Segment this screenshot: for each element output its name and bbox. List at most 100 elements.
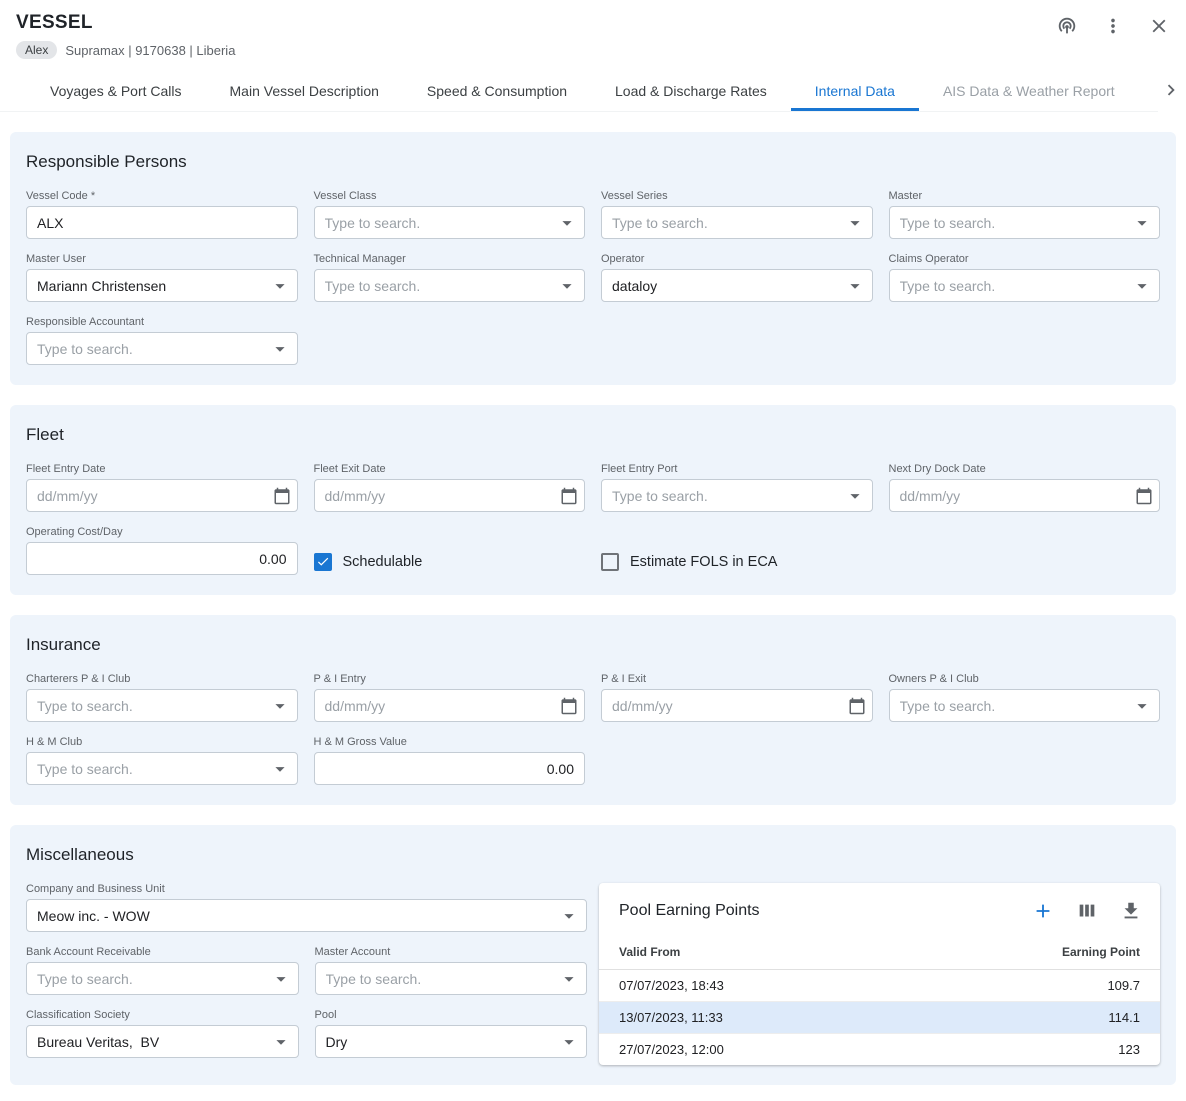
- insurance-section: Insurance Charterers P & I Club P & I En…: [10, 615, 1176, 805]
- operator-field: Operator: [601, 253, 873, 302]
- chevron-down-icon[interactable]: [556, 212, 578, 234]
- pool-earning-points-table: Valid From Earning Point 07/07/2023, 18:…: [599, 935, 1160, 1065]
- company-business-unit-select[interactable]: [26, 899, 587, 932]
- master-account-select[interactable]: [315, 962, 588, 995]
- vessel-subtitle: Supramax | 9170638 | Liberia: [65, 43, 235, 58]
- calendar-icon[interactable]: [560, 487, 578, 505]
- vessel-code-input[interactable]: [26, 206, 298, 239]
- close-button[interactable]: [1148, 15, 1170, 37]
- field-label: Classification Society: [26, 1009, 299, 1021]
- chevron-down-icon[interactable]: [1131, 275, 1153, 297]
- hm-gross-value-input[interactable]: [314, 752, 586, 785]
- technical-manager-select[interactable]: [314, 269, 586, 302]
- field-label: Bank Account Receivable: [26, 946, 299, 958]
- hm-club-field: H & M Club: [26, 736, 298, 785]
- owners-pi-club-select[interactable]: [889, 689, 1161, 722]
- field-label: Charterers P & I Club: [26, 673, 298, 685]
- charterers-pi-club-select[interactable]: [26, 689, 298, 722]
- tab-scroll-right-button[interactable]: [1158, 71, 1184, 112]
- fleet-exit-date-input[interactable]: [314, 479, 586, 512]
- download-button[interactable]: [1120, 900, 1142, 922]
- more-options-button[interactable]: [1102, 15, 1124, 37]
- tab-internal-data[interactable]: Internal Data: [791, 71, 919, 111]
- operator-select[interactable]: [601, 269, 873, 302]
- live-data-button[interactable]: [1056, 15, 1078, 37]
- calendar-icon[interactable]: [273, 487, 291, 505]
- fleet-entry-port-select[interactable]: [601, 479, 873, 512]
- vessel-class-select[interactable]: [314, 206, 586, 239]
- table-row[interactable]: 27/07/2023, 12:00 123: [599, 1034, 1160, 1066]
- chevron-down-icon[interactable]: [269, 758, 291, 780]
- next-dry-dock-date-input[interactable]: [889, 479, 1161, 512]
- vessel-alias-badge: Alex: [16, 41, 57, 59]
- earning-point-cell: 109.7: [908, 970, 1160, 1002]
- checkbox-label: Schedulable: [343, 554, 423, 570]
- chevron-down-icon[interactable]: [556, 275, 578, 297]
- valid-from-cell: 07/07/2023, 18:43: [599, 970, 908, 1002]
- table-row[interactable]: 07/07/2023, 18:43 109.7: [599, 970, 1160, 1002]
- master-field: Master: [889, 190, 1161, 239]
- column-settings-button[interactable]: [1076, 900, 1098, 922]
- calendar-icon[interactable]: [1135, 487, 1153, 505]
- table-row[interactable]: 13/07/2023, 11:33 114.1: [599, 1002, 1160, 1034]
- tab-speed-consumption[interactable]: Speed & Consumption: [403, 71, 591, 111]
- calendar-icon[interactable]: [848, 697, 866, 715]
- charterers-pi-club-field: Charterers P & I Club: [26, 673, 298, 722]
- field-label: Master User: [26, 253, 298, 265]
- responsible-accountant-select[interactable]: [26, 332, 298, 365]
- field-label: Pool: [315, 1009, 588, 1021]
- pi-exit-date-input[interactable]: [601, 689, 873, 722]
- field-label: Company and Business Unit: [26, 883, 587, 895]
- fleet-entry-date-input[interactable]: [26, 479, 298, 512]
- chevron-down-icon[interactable]: [558, 1031, 580, 1053]
- pool-field: Pool: [315, 1009, 588, 1058]
- chevron-down-icon[interactable]: [269, 695, 291, 717]
- tab-load-discharge-rates[interactable]: Load & Discharge Rates: [591, 71, 791, 111]
- calendar-icon[interactable]: [560, 697, 578, 715]
- checkbox-icon[interactable]: [601, 553, 619, 571]
- chevron-down-icon[interactable]: [270, 968, 292, 990]
- antenna-icon: [1056, 15, 1078, 37]
- bank-account-receivable-field: Bank Account Receivable: [26, 946, 299, 995]
- chevron-down-icon[interactable]: [844, 275, 866, 297]
- chevron-down-icon[interactable]: [269, 338, 291, 360]
- chevron-down-icon[interactable]: [844, 212, 866, 234]
- chevron-down-icon[interactable]: [844, 485, 866, 507]
- responsible-persons-section: Responsible Persons Vessel Code * Vessel…: [10, 132, 1176, 385]
- bank-account-receivable-select[interactable]: [26, 962, 299, 995]
- chevron-down-icon[interactable]: [558, 905, 580, 927]
- field-label: H & M Gross Value: [314, 736, 586, 748]
- classification-society-select[interactable]: [26, 1025, 299, 1058]
- field-label: Master: [889, 190, 1161, 202]
- field-label: Fleet Entry Date: [26, 463, 298, 475]
- tab-voyages-port-calls[interactable]: Voyages & Port Calls: [26, 71, 206, 111]
- chevron-down-icon[interactable]: [270, 1031, 292, 1053]
- chevron-down-icon[interactable]: [1131, 695, 1153, 717]
- field-label: Operator: [601, 253, 873, 265]
- tab-contacts-truncated[interactable]: Cor: [1139, 71, 1158, 111]
- claims-operator-select[interactable]: [889, 269, 1161, 302]
- estimate-fols-in-eca-checkbox[interactable]: Estimate FOLS in ECA: [601, 526, 873, 575]
- chevron-down-icon[interactable]: [1131, 212, 1153, 234]
- fleet-entry-date-field: Fleet Entry Date: [26, 463, 298, 512]
- field-label: Technical Manager: [314, 253, 586, 265]
- field-label: Fleet Exit Date: [314, 463, 586, 475]
- classification-society-field: Classification Society: [26, 1009, 299, 1058]
- field-label: H & M Club: [26, 736, 298, 748]
- hm-club-select[interactable]: [26, 752, 298, 785]
- add-earning-point-button[interactable]: [1032, 900, 1054, 922]
- operating-cost-day-input[interactable]: [26, 542, 298, 575]
- checkbox-icon[interactable]: [314, 553, 332, 571]
- chevron-down-icon[interactable]: [558, 968, 580, 990]
- pool-select[interactable]: [315, 1025, 588, 1058]
- tab-main-vessel-description[interactable]: Main Vessel Description: [206, 71, 403, 111]
- valid-from-cell: 27/07/2023, 12:00: [599, 1034, 908, 1066]
- master-select[interactable]: [889, 206, 1161, 239]
- schedulable-checkbox[interactable]: Schedulable: [314, 526, 586, 575]
- master-user-select[interactable]: [26, 269, 298, 302]
- pi-entry-date-input[interactable]: [314, 689, 586, 722]
- tab-ais-data-weather-report[interactable]: AIS Data & Weather Report: [919, 71, 1139, 111]
- chevron-down-icon[interactable]: [269, 275, 291, 297]
- checkbox-label: Estimate FOLS in ECA: [630, 554, 777, 570]
- vessel-series-select[interactable]: [601, 206, 873, 239]
